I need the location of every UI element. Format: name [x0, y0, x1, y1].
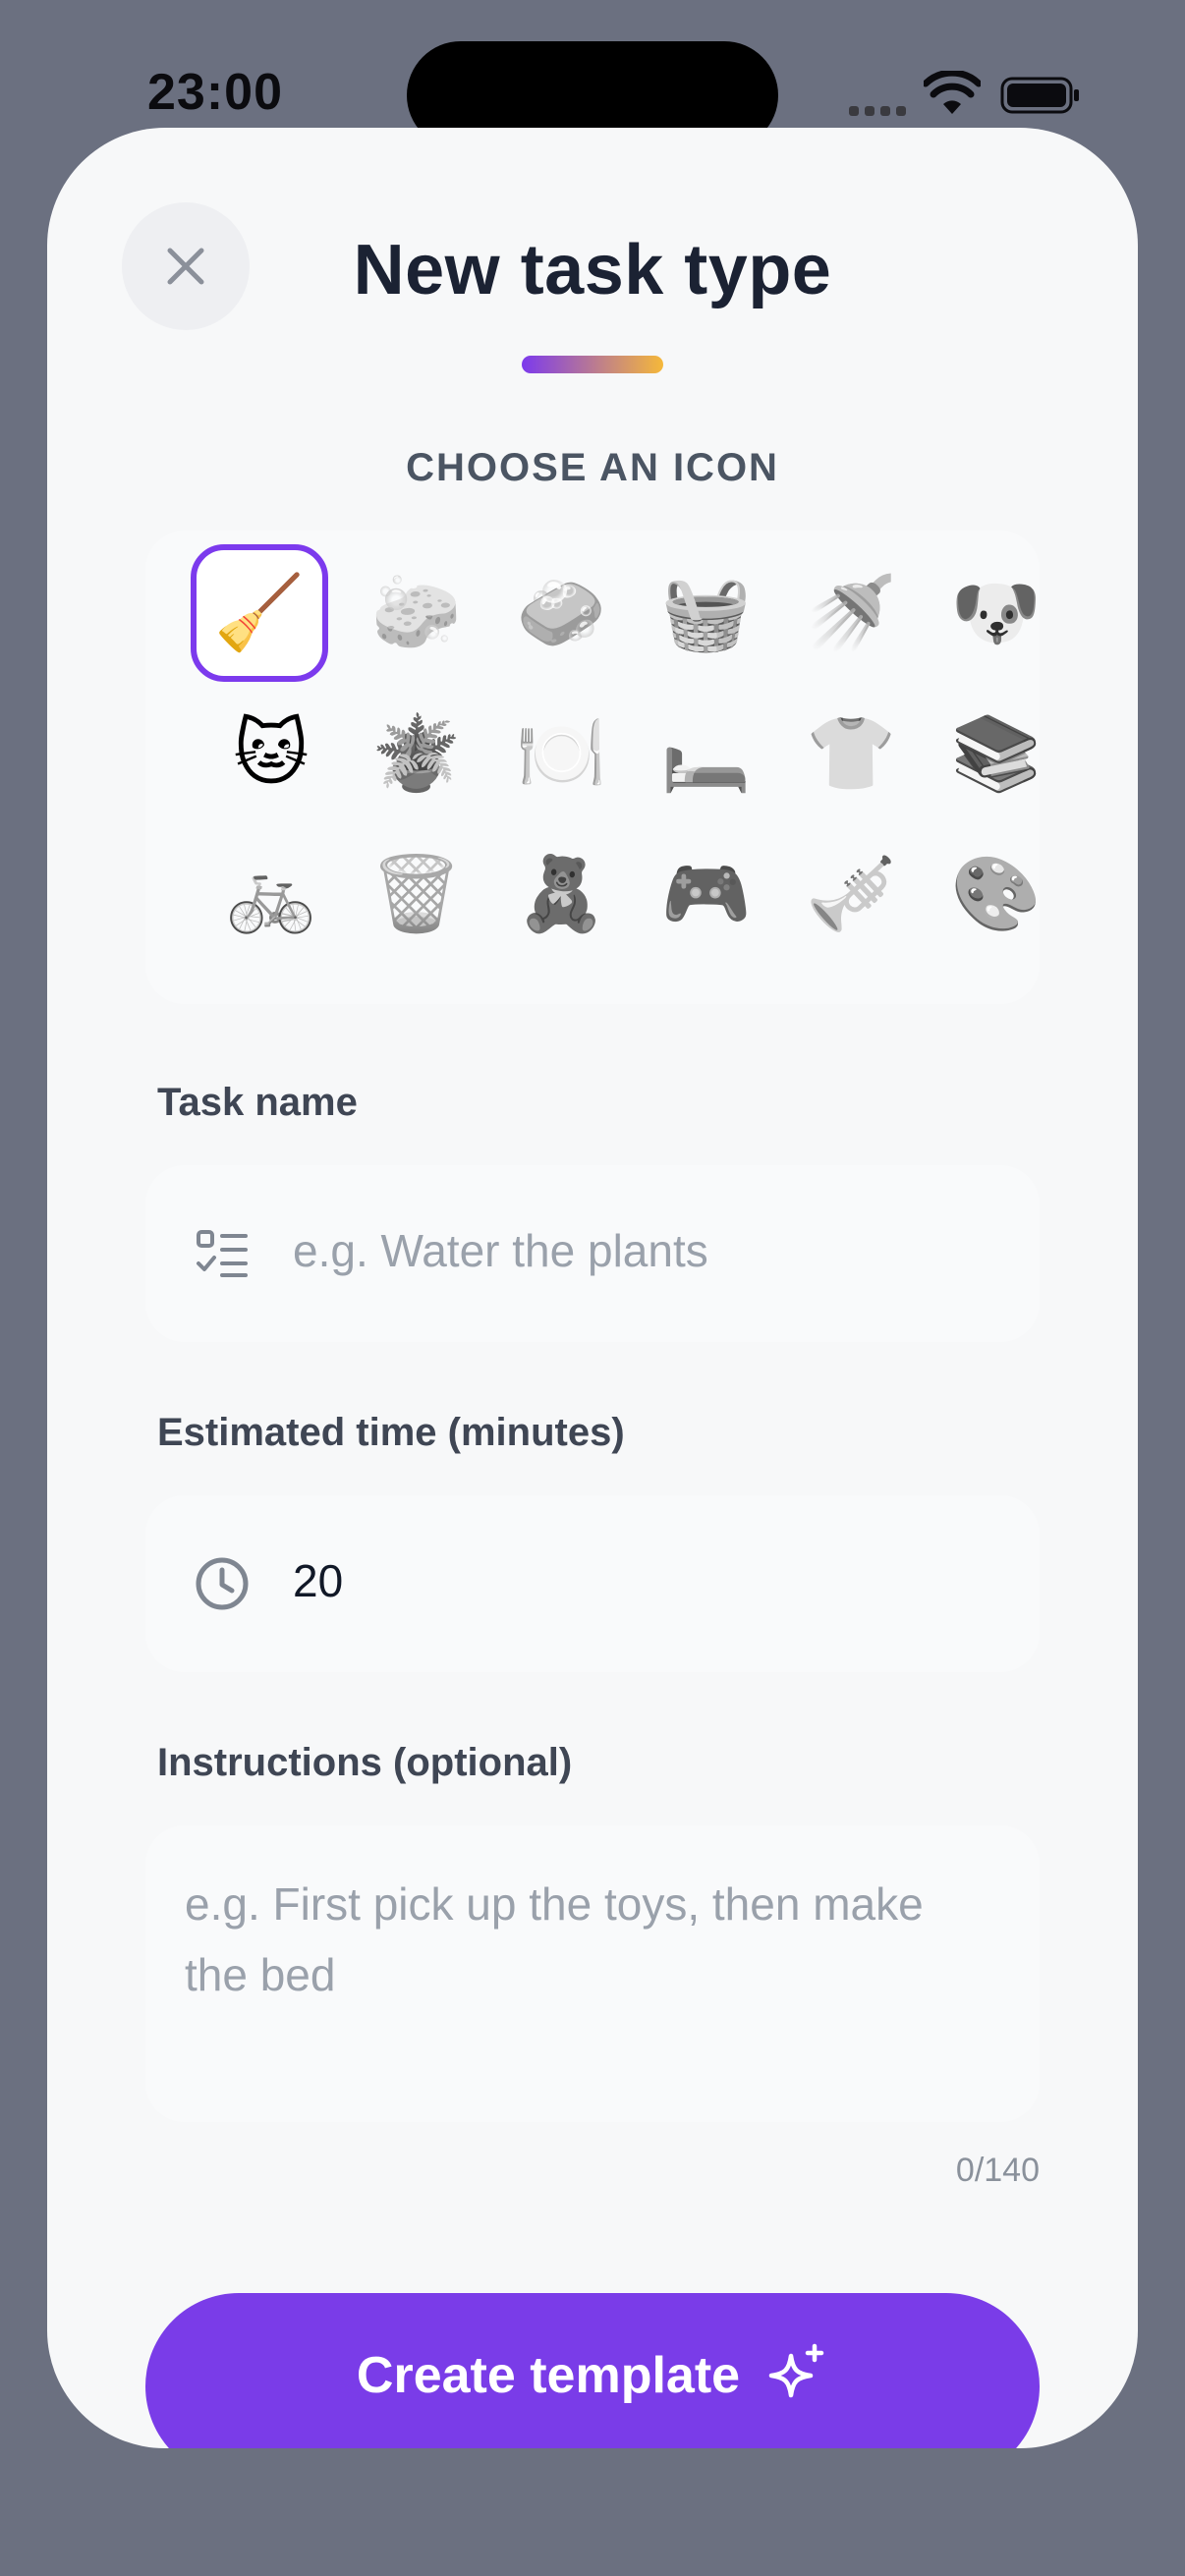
new-task-type-sheet: New task type CHOOSE AN ICON 🧹 🧽 🧼 🧺 🚿 🐶 🐱 🪴 🍽️ 🛏… [47, 128, 1138, 2448]
bicycle-icon: 🚲 [225, 852, 317, 934]
estimated-time-value: 20 [293, 1555, 344, 1606]
wifi-icon [924, 71, 981, 114]
create-template-button[interactable]: Create template [145, 2293, 1040, 2448]
checklist-icon [197, 1230, 248, 1277]
icon-option-books[interactable]: 📚 [928, 685, 1040, 822]
icon-option-teddy-bear[interactable]: 🧸 [492, 825, 630, 963]
teddy-bear-icon: 🧸 [516, 852, 607, 934]
icon-option-artist-palette[interactable]: 🎨 [928, 825, 1040, 963]
icon-option-plate-with-cutlery[interactable]: 🍽️ [492, 685, 630, 822]
icon-option-soap[interactable]: 🧼 [492, 544, 630, 682]
sparkle-icon [768, 2343, 824, 2398]
choose-icon-label: CHOOSE AN ICON [406, 446, 779, 489]
task-name-label: Task name [157, 1081, 358, 1124]
icon-option-broom[interactable]: 🧹 [191, 544, 328, 682]
create-template-label: Create template [356, 2347, 741, 2404]
cellular-signal-icon [849, 103, 912, 121]
task-name-placeholder: e.g. Water the plants [293, 1225, 708, 1276]
dog-face-icon: 🐶 [950, 571, 1040, 653]
estimated-time-input[interactable]: 20 [145, 1495, 1040, 1672]
trumpet-icon: 🎺 [806, 852, 897, 934]
status-time: 23:00 [147, 64, 283, 121]
icon-option-cat-face[interactable]: 🐱 [202, 685, 340, 822]
title-accent-bar [522, 356, 663, 373]
page-title: New task type [353, 231, 832, 309]
icon-option-bed[interactable]: 🛏️ [638, 685, 775, 822]
sponge-icon: 🧽 [370, 571, 462, 653]
potted-plant-icon: 🪴 [370, 711, 462, 794]
soap-icon: 🧼 [516, 571, 607, 653]
icon-option-shower[interactable]: 🚿 [782, 544, 920, 682]
icon-option-trumpet[interactable]: 🎺 [782, 825, 920, 963]
estimated-time-label: Estimated time (minutes) [157, 1411, 625, 1454]
instructions-label: Instructions (optional) [157, 1741, 573, 1784]
game-controller-icon: 🎮 [660, 852, 752, 934]
t-shirt-icon: 👕 [806, 711, 897, 794]
wastebasket-icon: 🗑️ [370, 852, 462, 934]
artist-palette-icon: 🎨 [950, 852, 1040, 934]
basket-icon: 🧺 [660, 571, 752, 653]
icon-option-sponge[interactable]: 🧽 [348, 544, 485, 682]
instructions-textarea[interactable]: e.g. First pick up the toys, then make t… [145, 1825, 1040, 2122]
plate-with-cutlery-icon: 🍽️ [516, 711, 607, 794]
icon-option-bicycle[interactable]: 🚲 [202, 825, 340, 963]
icon-option-potted-plant[interactable]: 🪴 [348, 685, 485, 822]
task-name-input[interactable]: e.g. Water the plants [145, 1165, 1040, 1342]
icon-option-dog-face[interactable]: 🐶 [928, 544, 1040, 682]
icon-option-wastebasket[interactable]: 🗑️ [348, 825, 485, 963]
cat-face-icon: 🐱 [233, 712, 310, 794]
icon-picker[interactable]: 🧹 🧽 🧼 🧺 🚿 🐶 🐱 🪴 🍽️ 🛏️ 👕 📚 🚲 🗑️ 🧸 🎮 🎺 🎨 [145, 531, 1040, 1004]
bed-icon: 🛏️ [660, 711, 752, 794]
books-icon: 📚 [950, 711, 1040, 794]
instructions-placeholder: e.g. First pick up the toys, then make t… [185, 1878, 924, 2000]
status-bar: 23:00 [0, 0, 1185, 149]
icon-option-t-shirt[interactable]: 👕 [782, 685, 920, 822]
icon-option-basket[interactable]: 🧺 [638, 544, 775, 682]
broom-icon: 🧹 [213, 571, 306, 653]
instructions-char-count: 0/140 [955, 2152, 1040, 2189]
shower-icon: 🚿 [806, 571, 897, 653]
battery-icon [1000, 77, 1079, 114]
icon-option-game-controller[interactable]: 🎮 [638, 825, 775, 963]
clock-icon [196, 1557, 249, 1610]
